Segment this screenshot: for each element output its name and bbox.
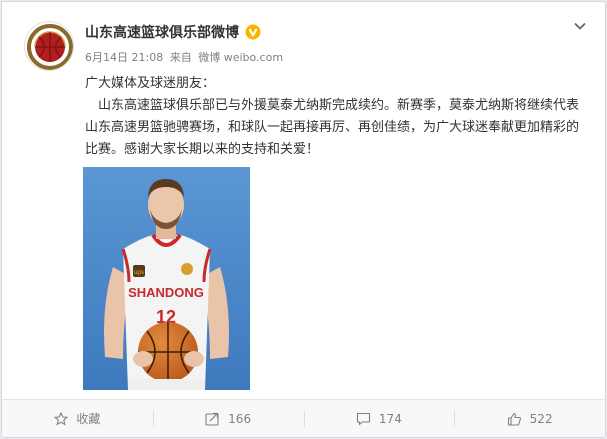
comment-button[interactable]: 174 bbox=[303, 400, 455, 437]
author-name-row: 山东高速篮球俱乐部微博 bbox=[85, 22, 261, 42]
author-name[interactable]: 山东高速篮球俱乐部微博 bbox=[85, 22, 239, 42]
star-icon bbox=[54, 411, 69, 426]
club-logo-icon bbox=[26, 23, 73, 70]
post-source[interactable]: 微博 weibo.com bbox=[198, 51, 283, 64]
verified-v-icon bbox=[245, 24, 261, 40]
repost-button[interactable]: 166 bbox=[152, 400, 304, 437]
chevron-down-icon[interactable] bbox=[572, 18, 588, 34]
like-button[interactable]: 522 bbox=[454, 400, 605, 437]
source-prefix: 来自 bbox=[169, 51, 192, 64]
player-photo-image: SHANDONG 12 ups bbox=[83, 167, 250, 390]
favorite-button[interactable]: 收藏 bbox=[2, 400, 153, 437]
sponsor-logo: ups bbox=[134, 270, 144, 276]
post-meta: 6月14日 21:08 来自 微博 weibo.com bbox=[85, 49, 286, 65]
post-greeting: 广大媒体及球迷朋友： bbox=[85, 76, 216, 91]
post-text: 广大媒体及球迷朋友： 山东高速篮球俱乐部已与外援莫泰尤纳斯完成续约。新赛季，莫泰… bbox=[85, 73, 585, 161]
repost-icon bbox=[205, 412, 219, 426]
player-photo[interactable]: SHANDONG 12 ups bbox=[83, 167, 250, 390]
action-bar: 收藏 166 174 522 bbox=[2, 399, 605, 437]
like-count: 522 bbox=[529, 411, 553, 426]
favorite-label: 收藏 bbox=[76, 412, 101, 426]
repost-count: 166 bbox=[228, 411, 252, 426]
club-logo-avatar[interactable] bbox=[24, 21, 74, 71]
weibo-post-card: 山东高速篮球俱乐部微博 6月14日 21:08 来自 微博 weibo.com … bbox=[1, 1, 606, 438]
thumbs-up-icon bbox=[507, 412, 521, 426]
post-date[interactable]: 6月14日 21:08 bbox=[85, 51, 163, 64]
post-body: 山东高速篮球俱乐部已与外援莫泰尤纳斯完成续约。新赛季，莫泰尤纳斯将继续代表山东高… bbox=[85, 98, 580, 157]
jersey-text: SHANDONG bbox=[128, 285, 204, 300]
comment-count: 174 bbox=[378, 411, 402, 426]
comment-icon bbox=[356, 412, 370, 425]
